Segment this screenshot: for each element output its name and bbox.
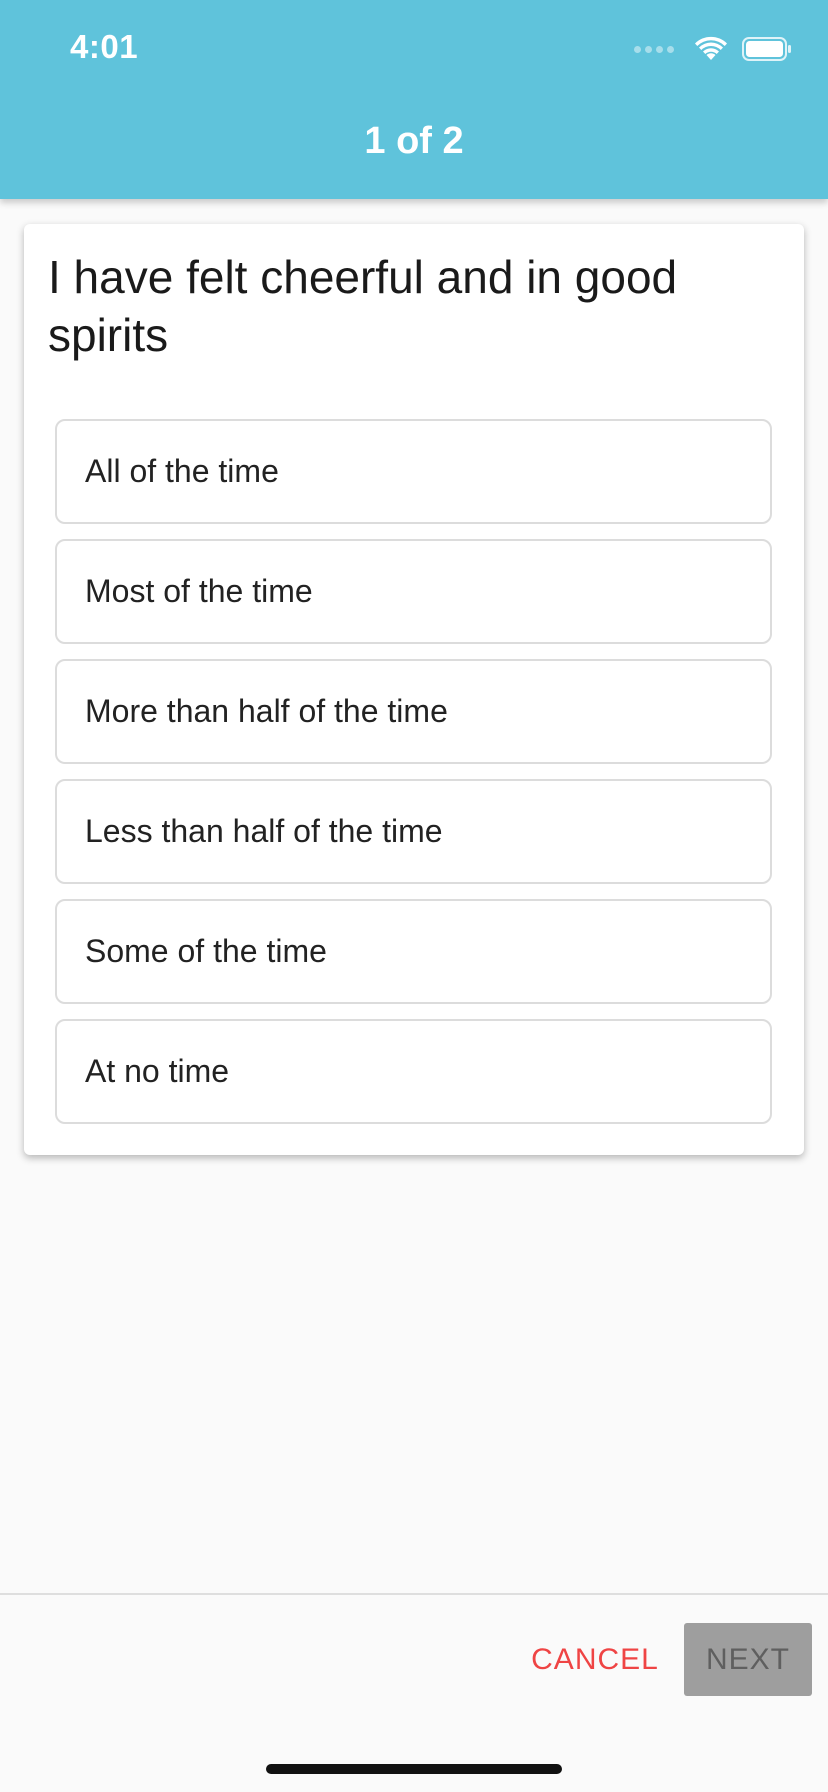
option-label: Some of the time xyxy=(85,933,327,969)
option-label: All of the time xyxy=(85,453,279,489)
option-label: Most of the time xyxy=(85,573,313,609)
wifi-icon xyxy=(695,36,727,60)
option-at-no-time[interactable]: At no time xyxy=(55,1019,772,1124)
option-all-of-the-time[interactable]: All of the time xyxy=(55,419,772,524)
option-most-of-the-time[interactable]: Most of the time xyxy=(55,539,772,644)
option-some-of-the-time[interactable]: Some of the time xyxy=(55,899,772,1004)
home-indicator xyxy=(266,1764,562,1774)
option-label: At no time xyxy=(85,1053,230,1089)
option-less-than-half-of-the-time[interactable]: Less than half of the time xyxy=(55,779,772,884)
question-card: I have felt cheerful and in good spirits… xyxy=(24,224,804,1155)
cancel-button[interactable]: CANCEL xyxy=(530,1625,660,1695)
battery-icon xyxy=(742,37,791,61)
status-time: 4:01 xyxy=(70,28,139,65)
option-label: More than half of the time xyxy=(85,693,448,729)
app-header: 4:01 1 of 2 xyxy=(0,0,828,199)
option-more-than-half-of-the-time[interactable]: More than half of the time xyxy=(55,659,772,764)
answer-options: All of the time Most of the time More th… xyxy=(55,419,772,1139)
signal-icon xyxy=(634,45,674,53)
page-title: 1 of 2 xyxy=(364,120,464,162)
next-button[interactable]: NEXT xyxy=(684,1623,812,1696)
footer-divider xyxy=(0,1593,828,1595)
option-label: Less than half of the time xyxy=(85,813,443,849)
question-text: I have felt cheerful and in good spirits xyxy=(48,251,678,361)
status-icons xyxy=(634,34,792,64)
survey-screen: 4:01 1 of 2 I have felt cheerful and in … xyxy=(0,0,828,1792)
